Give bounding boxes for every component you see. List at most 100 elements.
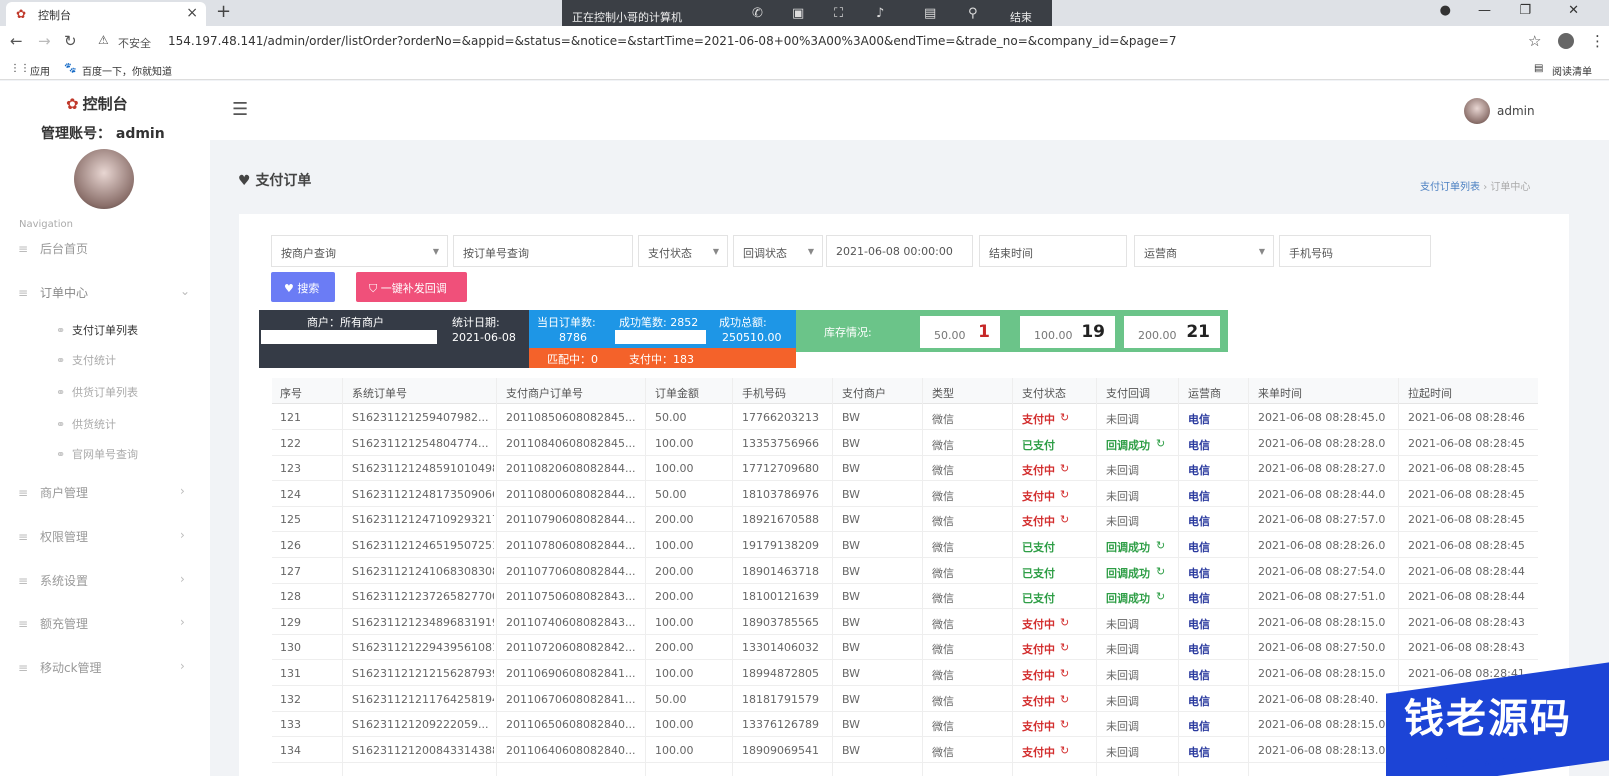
avatar[interactable] [1464, 98, 1490, 124]
end-remote-button[interactable]: 结束 [1010, 9, 1032, 25]
new-tab-button[interactable]: + [216, 1, 231, 22]
volume-icon[interactable]: ♪ [876, 6, 884, 21]
sidebar-item-settings[interactable]: ≡ 系统设置 › [18, 572, 185, 589]
sidebar-item-orders[interactable]: ≡ 订单中心 ⌄ [18, 284, 190, 301]
minimize-icon[interactable]: — [1478, 3, 1491, 18]
table-row[interactable]: 123 S16231121248591010498 2011082060808284… [272, 455, 1538, 482]
header-col-carrier[interactable]: 运营商 [1188, 385, 1221, 401]
sidebar-item-home[interactable]: ≡ 后台首页 [18, 240, 88, 257]
header-col-order-time[interactable]: 来单时间 [1258, 385, 1302, 401]
refresh-icon[interactable]: ↻ [1060, 693, 1069, 706]
refresh-icon[interactable]: ↻ [1060, 616, 1069, 629]
header-col-start-time[interactable]: 拉起时间 [1408, 385, 1452, 401]
refresh-icon[interactable]: ↻ [1156, 437, 1165, 450]
header-col-pay-status[interactable]: 支付状态 [1022, 385, 1066, 401]
table-row[interactable]: 131 S16231121212156287939 2011069060808284… [272, 660, 1538, 686]
phone-input[interactable]: 手机号码 [1279, 235, 1431, 267]
cell-col-amount: 100.00 [655, 718, 694, 732]
table-row[interactable]: 134 S16231121200843314388 2011064060808284… [272, 737, 1538, 763]
brand[interactable]: ✿ 控制台 [66, 93, 128, 114]
table-row[interactable]: 126 S16231121246519507251 2011078060808284… [272, 532, 1538, 558]
table-row[interactable]: 128 S16231121237265827700 2011075060808284… [272, 583, 1538, 610]
header-col-merchant-order[interactable]: 支付商户订单号 [506, 385, 583, 401]
table-row[interactable]: 129 S16231121234896831919 2011074060808284… [272, 609, 1538, 635]
header-col-type[interactable]: 类型 [932, 385, 954, 401]
browser-tab[interactable]: ✿ 控制台 × [6, 2, 206, 26]
table-row[interactable]: 127 S16231121241068308308 2011077060808284… [272, 558, 1538, 584]
header-col-sys-order[interactable]: 系统订单号 [352, 385, 407, 401]
resend-callback-button[interactable]: ⛉ 一键补发回调 [356, 272, 467, 302]
table-row[interactable]: 122 S16231121254804774... 2011084060808284… [272, 430, 1538, 456]
hd-icon[interactable]: ▤ [924, 6, 936, 21]
pin-icon[interactable]: ⚲ [968, 6, 978, 21]
url-field[interactable]: ⚠ 不安全 154.197.48.141/admin/order/listOrd… [92, 31, 1522, 53]
search-button[interactable]: ♥ 搜索 [271, 272, 335, 302]
refresh-icon[interactable]: ↻ [1060, 641, 1069, 654]
sidebar-subitem-supply-stats[interactable]: ⚭ 供货统计 [56, 416, 116, 432]
reading-list[interactable]: 阅读清单 [1552, 63, 1592, 78]
table-row[interactable]: 124 S16231121248173509066 2011080060808284… [272, 481, 1538, 507]
header-col-callback[interactable]: 支付回调 [1106, 385, 1150, 401]
back-icon[interactable]: ← [10, 32, 23, 50]
breadcrumb-link[interactable]: 支付订单列表 [1420, 182, 1480, 193]
callback-status-select[interactable]: 回调状态 ▼ [733, 235, 823, 267]
hamburger-menu-icon[interactable]: ☰ [232, 99, 248, 120]
bookmark-star-icon[interactable]: ☆ [1528, 32, 1541, 50]
end-time-input[interactable]: 结束时间 [979, 235, 1127, 267]
bookmark-apps[interactable]: 应用 [30, 63, 50, 78]
order-no-input[interactable]: 按订单号查询 [453, 235, 633, 267]
table-row[interactable]: 133 S16231121209222059... 2011065060808284… [272, 711, 1538, 738]
cell-col-merchant-order: 20110650608082840... [506, 718, 636, 732]
sidebar-subitem-official-query[interactable]: ⚭ 官网单号查询 [56, 446, 138, 462]
header-col-phone[interactable]: 手机号码 [742, 385, 786, 401]
refresh-icon[interactable]: ↻ [1060, 667, 1069, 680]
bookmark-baidu[interactable]: 百度一下，你就知道 [82, 63, 172, 78]
sidebar-subitem-supply-orders[interactable]: ⚭ 供货订单列表 [56, 384, 138, 400]
refresh-icon[interactable]: ↻ [1156, 565, 1165, 578]
sidebar-item-permissions[interactable]: ≡ 权限管理 › [18, 528, 185, 545]
bookmarks-bar: ⋮⋮ 应用 🐾 百度一下，你就知道 ▤ 阅读清单 [0, 58, 1609, 80]
table-row[interactable]: 121 S16231121259407982... 2011085060808284… [272, 404, 1538, 430]
url-text[interactable]: 154.197.48.141/admin/order/listOrder?ord… [168, 34, 1176, 48]
forward-icon[interactable]: → [38, 32, 51, 50]
refresh-icon[interactable]: ↻ [1060, 744, 1069, 757]
start-time-input[interactable]: 2021-06-08 00:00:00 [826, 235, 973, 267]
refresh-icon[interactable]: ↻ [1156, 590, 1165, 603]
restore-icon[interactable]: ❐ [1519, 3, 1531, 18]
carrier-select[interactable]: 运营商 ▼ [1134, 235, 1274, 267]
sidebar-item-mobile-ck[interactable]: ≡ 移动ck管理 › [18, 659, 185, 676]
phone-icon[interactable]: ✆ [752, 6, 763, 21]
menu-kebab-icon[interactable]: ⋮ [1590, 32, 1605, 50]
cell-col-amount: 100.00 [655, 615, 694, 629]
window-close-icon[interactable]: ✕ [1568, 3, 1579, 18]
refresh-icon[interactable]: ↻ [1156, 539, 1165, 552]
reload-icon[interactable]: ↻ [64, 32, 77, 50]
sidebar-item-recharge[interactable]: ≡ 额充管理 › [18, 615, 185, 632]
search-button-label: 搜索 [297, 282, 320, 295]
refresh-icon[interactable]: ↻ [1060, 411, 1069, 424]
sidebar-subitem-pay-orders[interactable]: ⚭ 支付订单列表 [56, 322, 138, 338]
apps-grid-icon[interactable]: ⋮⋮ [10, 63, 30, 74]
table-row[interactable]: 132 S16231121211764258194 2011067060808284… [272, 686, 1538, 712]
pay-status-select[interactable]: 支付状态 ▼ [638, 235, 728, 267]
refresh-icon[interactable]: ↻ [1060, 513, 1069, 526]
header-col-amount[interactable]: 订单金额 [655, 385, 699, 401]
refresh-icon[interactable]: ↻ [1060, 462, 1069, 475]
header-col-merchant[interactable]: 支付商户 [842, 385, 886, 401]
refresh-icon[interactable]: ↻ [1060, 488, 1069, 501]
header-col-index[interactable]: 序号 [280, 385, 302, 401]
merchant-select[interactable]: 按商户查询 ▼ [271, 235, 448, 267]
refresh-icon[interactable]: ↻ [1060, 718, 1069, 731]
fullscreen-icon[interactable]: ⛶ [834, 6, 843, 21]
profile-avatar-icon[interactable] [1558, 33, 1574, 49]
ratio-icon[interactable]: ▣ [792, 6, 804, 21]
table-row[interactable]: 125 S16231121247109293217 2011079060808284… [272, 506, 1538, 533]
tab-close-icon[interactable]: × [186, 5, 198, 21]
cell-col-type: 微信 [932, 515, 954, 529]
profile-menu-icon[interactable]: ● [1440, 3, 1451, 18]
sidebar-subitem-pay-stats[interactable]: ⚭ 支付统计 [56, 352, 116, 368]
user-name[interactable]: admin [1497, 104, 1535, 118]
cell-col-carrier: 电信 [1188, 720, 1210, 734]
sidebar-item-merchants[interactable]: ≡ 商户管理 › [18, 484, 185, 501]
table-row[interactable]: 130 S16231121229439561081 2011072060808284… [272, 634, 1538, 661]
